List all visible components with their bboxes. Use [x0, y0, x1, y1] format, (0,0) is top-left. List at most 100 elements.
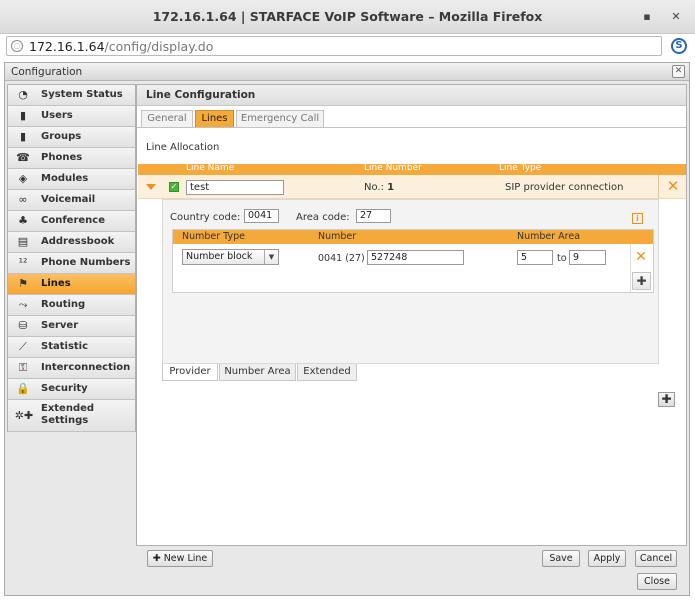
number-input[interactable]: 527248 — [367, 250, 464, 265]
sidebar-item-modules[interactable]: ◈ Modules — [8, 169, 135, 190]
tab-lines[interactable]: Lines — [195, 110, 234, 127]
column-line-number: Line Number — [364, 163, 422, 173]
expand-arrow-icon[interactable] — [146, 184, 156, 190]
lines-icon: ⚑ — [18, 277, 28, 290]
info-icon[interactable]: i — [632, 213, 643, 224]
chevron-down-icon: ▼ — [264, 250, 278, 264]
sidebar-item-label: Routing — [41, 299, 86, 310]
sidebar-item-label: Phone Numbers — [41, 257, 131, 268]
sidebar-item-groups[interactable]: ▮ Groups — [8, 127, 135, 148]
line-number-label: No.: — [364, 182, 384, 193]
line-type: SIP provider connection — [505, 182, 624, 193]
sidebar-item-label: Statistic — [41, 341, 89, 352]
sidebar: ◔ System Status ▮ Users ▮ Groups ☎ Phone… — [7, 84, 136, 432]
country-code-label: Country code: — [170, 212, 241, 223]
sidebar-item-label: Groups — [41, 131, 82, 142]
group-icon: ▮ — [19, 130, 27, 143]
sidebar-item-routing[interactable]: ⤳ Routing — [8, 295, 135, 316]
add-number-button[interactable]: ✚ — [632, 272, 651, 290]
column-line-name: Line Name — [186, 163, 235, 173]
sidebar-item-users[interactable]: ▮ Users — [8, 106, 135, 127]
number-type-select[interactable]: Number block ▼ — [182, 249, 279, 265]
sidebar-item-statistic[interactable]: ⟋ Statistic — [8, 337, 135, 358]
addressbook-icon: ▤ — [17, 235, 29, 248]
area-code-label: Area code: — [296, 212, 350, 223]
globe-icon: ◌ — [11, 40, 23, 52]
number-grid: Number Type Number Number Area Number bl… — [172, 229, 654, 293]
voicemail-icon: ∞ — [18, 193, 28, 206]
area-to-input[interactable]: 9 — [569, 250, 606, 265]
apply-button[interactable]: Apply — [588, 550, 626, 567]
plus-icon: ✚ — [152, 553, 161, 564]
configuration-dialog: Configuration ✕ ◔ System Status ▮ Users … — [4, 62, 690, 596]
sidebar-item-label: Server — [41, 320, 79, 331]
sidebar-item-label: Voicemail — [41, 194, 96, 205]
sidebar-item-label: Interconnection — [41, 362, 131, 373]
user-icon: ▮ — [19, 109, 27, 122]
extended-settings-icon: ✲✚ — [14, 409, 34, 422]
sidebar-item-label: Addressbook — [41, 236, 115, 247]
cancel-button[interactable]: Cancel — [635, 550, 677, 567]
delete-line-icon[interactable]: ✕ — [666, 179, 680, 194]
country-code-input[interactable]: 0041 — [244, 209, 279, 223]
extension-icon[interactable]: S — [671, 38, 687, 54]
minimize-button[interactable]: ▪ — [640, 10, 654, 24]
new-line-button[interactable]: ✚ New Line — [147, 550, 213, 567]
sidebar-item-label: Modules — [41, 173, 89, 184]
tab-provider[interactable]: Provider — [162, 364, 218, 381]
sidebar-item-phone-numbers[interactable]: ¹² Phone Numbers — [8, 253, 135, 274]
sidebar-item-label: Phones — [41, 152, 83, 163]
number-type-value: Number block — [186, 251, 253, 262]
sidebar-item-voicemail[interactable]: ∞ Voicemail — [8, 190, 135, 211]
window-titlebar: 172.16.1.64 | STARFACE VoIP Software – M… — [0, 0, 695, 34]
dialog-title: Configuration — [11, 66, 83, 78]
line-name-input[interactable]: test — [186, 180, 284, 195]
sidebar-item-phones[interactable]: ☎ Phones — [8, 148, 135, 169]
line-enabled-checkbox[interactable]: ✓ — [169, 182, 179, 192]
tab-general[interactable]: General — [141, 110, 193, 127]
server-icon: ⛁ — [18, 319, 28, 332]
number-grid-header: Number Type Number Number Area — [173, 230, 653, 244]
tab-number-area[interactable]: Number Area — [219, 364, 296, 381]
line-number: No.: 1 — [364, 182, 394, 193]
column-number: Number — [318, 231, 357, 242]
conference-icon: ♣ — [18, 214, 28, 227]
sidebar-item-system-status[interactable]: ◔ System Status — [8, 85, 135, 106]
row-divider — [658, 175, 659, 199]
sidebar-item-interconnection[interactable]: ⚿ Interconnection — [8, 358, 135, 379]
dialog-header: Configuration ✕ — [5, 63, 689, 81]
interconnection-icon: ⚿ — [18, 361, 28, 374]
save-button[interactable]: Save — [542, 550, 580, 567]
delete-number-icon[interactable]: ✕ — [634, 250, 648, 264]
line-detail-panel: Country code: 0041 Area code: 27 i Numbe… — [162, 199, 659, 364]
window-title: 172.16.1.64 | STARFACE VoIP Software – M… — [152, 9, 543, 24]
line-grid-header: Line Name Line Number Line Type — [138, 163, 686, 175]
sidebar-item-extended-settings[interactable]: ✲✚ Extended Settings — [8, 400, 135, 432]
sidebar-item-label: System Status — [41, 89, 123, 100]
section-title: Line Allocation — [146, 142, 220, 153]
column-line-type: Line Type — [499, 163, 542, 173]
main-header: Line Configuration — [137, 85, 686, 106]
tab-extended[interactable]: Extended — [297, 364, 357, 381]
sidebar-item-server[interactable]: ⛁ Server — [8, 316, 135, 337]
close-button[interactable]: Close — [637, 573, 677, 590]
area-code-input[interactable]: 27 — [356, 209, 391, 223]
dialog-close-button[interactable]: ✕ — [672, 65, 685, 78]
lock-icon: 🔒 — [16, 382, 30, 395]
sidebar-item-addressbook[interactable]: ▤ Addressbook — [8, 232, 135, 253]
sidebar-item-lines[interactable]: ⚑ Lines — [8, 274, 135, 295]
sidebar-item-conference[interactable]: ♣ Conference — [8, 211, 135, 232]
page-title: Line Configuration — [146, 89, 256, 101]
sidebar-item-security[interactable]: 🔒 Security — [8, 379, 135, 400]
sidebar-item-label: Users — [41, 110, 73, 121]
number-prefix: 0041 (27) — [318, 253, 365, 264]
to-label: to — [557, 253, 567, 264]
routing-icon: ⤳ — [18, 298, 28, 311]
number-grid-divider — [630, 244, 631, 292]
url-bar[interactable]: ◌ 172.16.1.64/config/display.do — [6, 36, 662, 56]
close-window-button[interactable]: ✕ — [669, 10, 683, 24]
add-line-icon[interactable]: ✚ — [658, 392, 675, 407]
sidebar-item-label: Conference — [41, 215, 106, 226]
tab-emergency-call[interactable]: Emergency Call — [236, 110, 324, 127]
area-from-input[interactable]: 5 — [517, 250, 553, 265]
